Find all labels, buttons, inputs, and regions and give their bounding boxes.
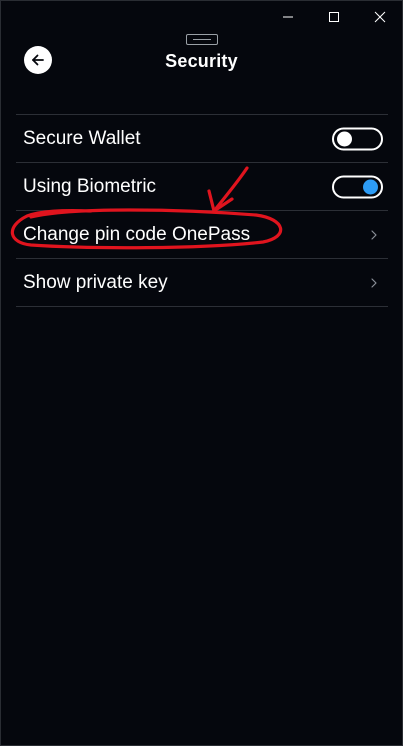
title-bar[interactable]	[1, 1, 402, 33]
setting-row-biometric[interactable]: Using Biometric	[16, 163, 388, 211]
minimize-button[interactable]	[265, 1, 311, 33]
maximize-icon	[329, 12, 339, 22]
close-icon	[374, 11, 386, 23]
drag-handle[interactable]	[186, 34, 218, 45]
annotation-overlay	[10, 166, 283, 250]
close-button[interactable]	[357, 1, 403, 33]
app-window: Security Secure Wallet Using Biometric C…	[0, 0, 403, 746]
setting-row-show-private-key[interactable]: Show private key	[16, 259, 388, 307]
chevron-right-icon	[371, 277, 377, 288]
settings-list: Secure Wallet Using Biometric Change pin…	[16, 114, 388, 307]
toggle-knob	[363, 179, 378, 194]
setting-label: Change pin code OnePass	[23, 223, 251, 245]
setting-label: Using Biometric	[23, 175, 157, 197]
setting-row-secure-wallet[interactable]: Secure Wallet	[16, 115, 388, 163]
setting-label: Show private key	[23, 271, 168, 293]
chevron-right-icon	[371, 229, 377, 240]
minimize-icon	[283, 16, 293, 18]
maximize-button[interactable]	[311, 1, 357, 33]
biometric-toggle[interactable]	[332, 175, 383, 198]
setting-label: Secure Wallet	[23, 127, 141, 149]
toggle-knob	[337, 131, 352, 146]
page-title: Security	[165, 51, 238, 71]
setting-row-change-pin[interactable]: Change pin code OnePass	[16, 211, 388, 259]
secure-wallet-toggle[interactable]	[332, 127, 383, 150]
